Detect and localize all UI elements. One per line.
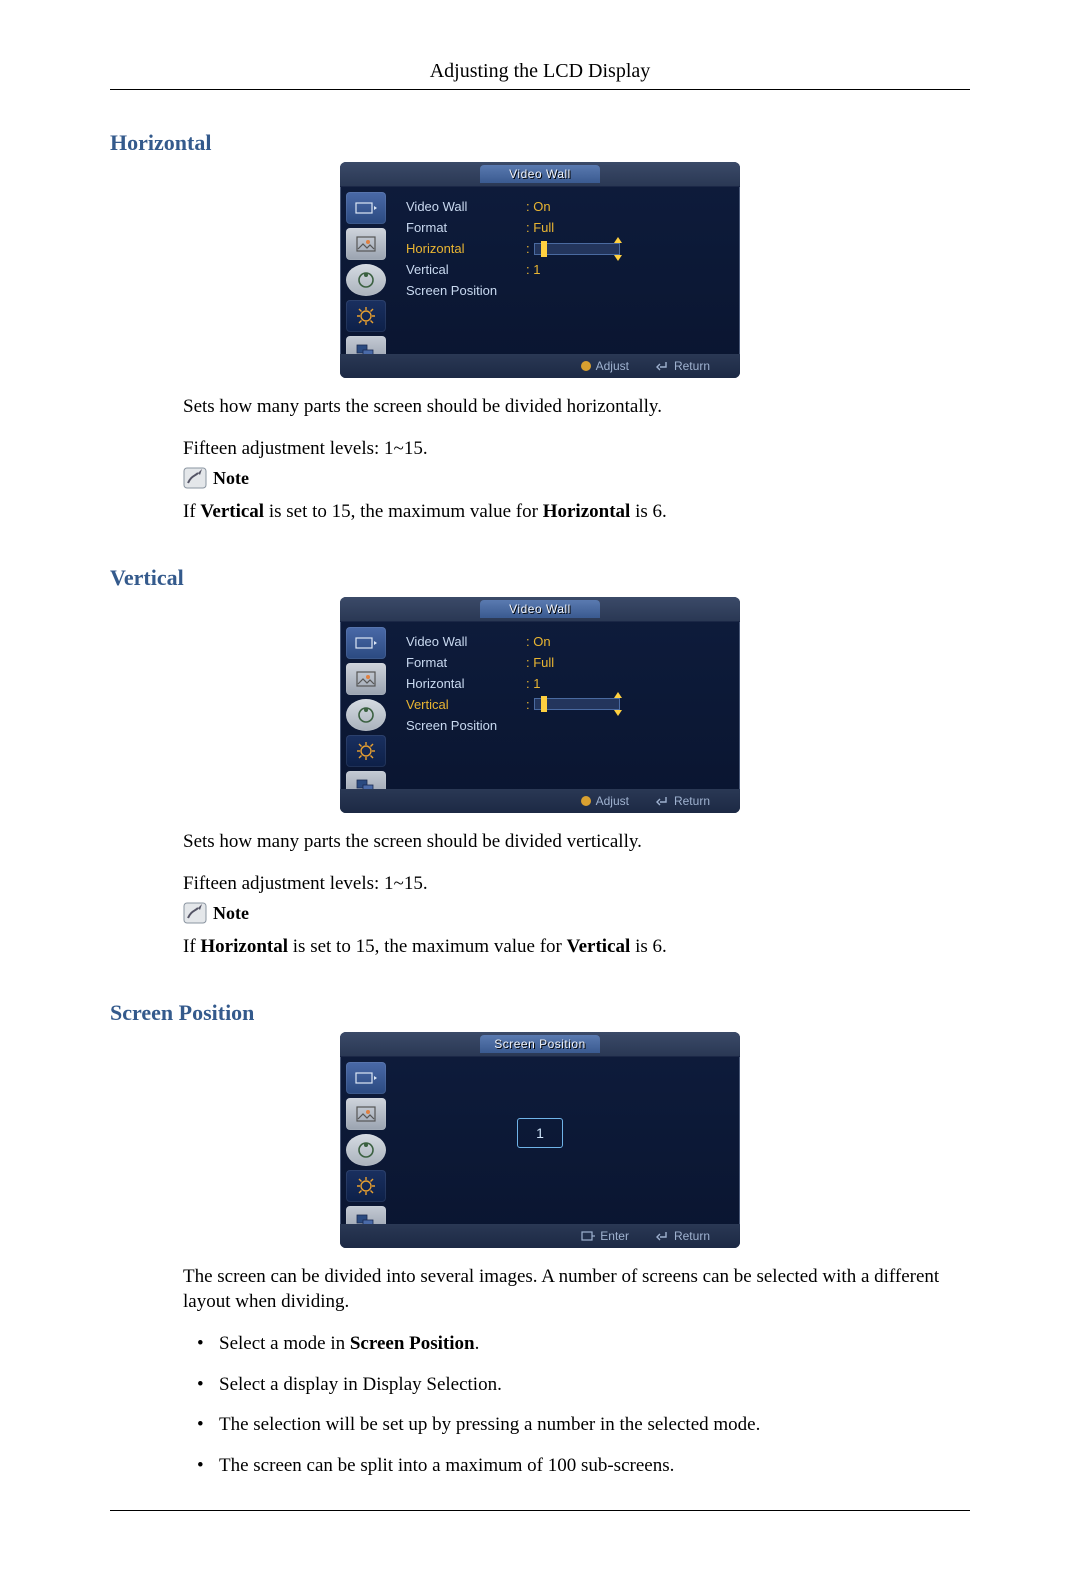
osd-footer-adjust: Adjust xyxy=(581,359,629,373)
screenpos-bullets: Select a mode in Screen Position. Select… xyxy=(183,1331,970,1479)
enter-icon xyxy=(581,1230,595,1242)
horizontal-content: Sets how many parts the screen should be… xyxy=(183,394,970,525)
page: Adjusting the LCD Display Horizontal Vid… xyxy=(0,0,1080,1571)
screen-position-box: 1 xyxy=(517,1118,563,1148)
screen-position-center: 1 xyxy=(340,1118,740,1148)
osd-footer-return: Return xyxy=(655,794,710,808)
bullet-1: Select a mode in Screen Position. xyxy=(183,1331,970,1358)
osd-footer-enter: Enter xyxy=(581,1229,629,1243)
icon-sound xyxy=(346,699,386,731)
return-icon xyxy=(655,360,669,372)
osd-footer-return: Return xyxy=(655,1229,710,1243)
heading-horizontal: Horizontal xyxy=(110,130,970,156)
vertical-p1: Sets how many parts the screen should be… xyxy=(183,829,970,855)
osd-row-screenpos: Screen Position xyxy=(406,280,728,301)
icon-setup xyxy=(346,1170,386,1202)
icon-input xyxy=(346,192,386,224)
osd-left-icons xyxy=(346,627,390,803)
icon-setup xyxy=(346,735,386,767)
osd-row-videowall: Video Wall: On xyxy=(406,631,728,652)
osd-menu: Video Wall: On Format: Full Horizontal: … xyxy=(406,631,728,736)
osd-tabbar: Screen Position xyxy=(340,1032,740,1057)
osd-row-format: Format: Full xyxy=(406,652,728,673)
osd-screenpos: Screen Position 1 Enter Return xyxy=(340,1032,740,1248)
osd-footer: Adjust Return xyxy=(340,354,740,378)
icon-input xyxy=(346,627,386,659)
osd-row-vertical: Vertical: 1 xyxy=(406,259,728,280)
osd-tab-title: Screen Position xyxy=(480,1035,600,1053)
osd-footer: Enter Return xyxy=(340,1224,740,1248)
icon-picture xyxy=(346,228,386,260)
osd-footer-return: Return xyxy=(655,359,710,373)
note-icon xyxy=(183,467,207,489)
osd-horizontal: Video Wall Video Wall: On Format: Full H… xyxy=(340,162,740,378)
vertical-content: Sets how many parts the screen should be… xyxy=(183,829,970,960)
osd-footer-adjust: Adjust xyxy=(581,794,629,808)
icon-setup xyxy=(346,300,386,332)
osd-vertical: Video Wall Video Wall: On Format: Full H… xyxy=(340,597,740,813)
bullet-3: The selection will be set up by pressing… xyxy=(183,1412,970,1439)
header-rule xyxy=(110,89,970,90)
osd-slider xyxy=(534,243,620,255)
horizontal-p2: Fifteen adjustment levels: 1~15. xyxy=(183,436,970,462)
horizontal-p1: Sets how many parts the screen should be… xyxy=(183,394,970,420)
osd-tab-title: Video Wall xyxy=(480,165,600,183)
osd-left-icons xyxy=(346,192,390,368)
return-icon xyxy=(655,1230,669,1242)
screenpos-content: The screen can be divided into several i… xyxy=(183,1264,970,1480)
osd-menu: Video Wall: On Format: Full Horizontal: … xyxy=(406,196,728,301)
osd-tab-title: Video Wall xyxy=(480,600,600,618)
osd-row-videowall: Video Wall: On xyxy=(406,196,728,217)
note-label: Note xyxy=(213,903,249,924)
osd-horizontal-wrap: Video Wall Video Wall: On Format: Full H… xyxy=(110,162,970,378)
screenpos-p1: The screen can be divided into several i… xyxy=(183,1264,970,1315)
osd-vertical-wrap: Video Wall Video Wall: On Format: Full H… xyxy=(110,597,970,813)
osd-row-screenpos: Screen Position xyxy=(406,715,728,736)
heading-screen-position: Screen Position xyxy=(110,1000,970,1026)
footer-rule xyxy=(110,1510,970,1511)
osd-row-format: Format: Full xyxy=(406,217,728,238)
bullet-2: Select a display in Display Selection. xyxy=(183,1372,970,1399)
osd-left-icons xyxy=(346,1062,390,1238)
horizontal-note-text: If Vertical is set to 15, the maximum va… xyxy=(183,499,970,525)
note-line-horizontal: Note xyxy=(183,467,970,489)
note-label: Note xyxy=(213,468,249,489)
osd-slider xyxy=(534,698,620,710)
osd-row-horizontal: Horizontal: xyxy=(406,238,728,259)
osd-screenpos-wrap: Screen Position 1 Enter Return xyxy=(110,1032,970,1248)
note-icon xyxy=(183,902,207,924)
heading-vertical: Vertical xyxy=(110,565,970,591)
icon-picture xyxy=(346,663,386,695)
osd-row-horizontal: Horizontal: 1 xyxy=(406,673,728,694)
note-line-vertical: Note xyxy=(183,902,970,924)
icon-input xyxy=(346,1062,386,1094)
vertical-note-text: If Horizontal is set to 15, the maximum … xyxy=(183,934,970,960)
osd-tabbar: Video Wall xyxy=(340,162,740,187)
osd-row-vertical: Vertical: xyxy=(406,694,728,715)
return-icon xyxy=(655,795,669,807)
osd-footer: Adjust Return xyxy=(340,789,740,813)
bullet-4: The screen can be split into a maximum o… xyxy=(183,1453,970,1480)
osd-tabbar: Video Wall xyxy=(340,597,740,622)
page-header-title: Adjusting the LCD Display xyxy=(110,60,970,83)
vertical-p2: Fifteen adjustment levels: 1~15. xyxy=(183,871,970,897)
icon-sound xyxy=(346,264,386,296)
